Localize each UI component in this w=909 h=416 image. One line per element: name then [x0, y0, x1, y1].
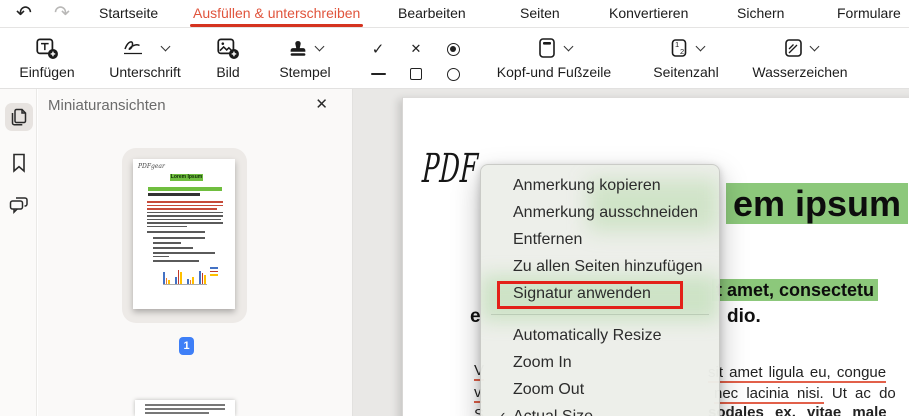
- tab-bar: ↶ ↷ Startseite Ausfüllen & unterschreibe…: [0, 0, 909, 28]
- tab-ausfuellen-unterschreiben[interactable]: Ausfüllen & unterschreiben: [189, 5, 364, 27]
- page-thumbnails-icon: [11, 108, 27, 126]
- doc-body-line-3: sodales ex, vitae male: [708, 404, 887, 416]
- checkmark-icon: ✓: [496, 403, 507, 416]
- chevron-down-icon: [809, 41, 820, 52]
- header-footer-label: Kopf-und Fußzeile: [496, 64, 612, 80]
- insert-button[interactable]: Einfügen: [12, 34, 82, 80]
- undo-icon[interactable]: ↶: [12, 2, 36, 26]
- tab-startseite[interactable]: Startseite: [99, 5, 158, 21]
- doc-body-line-1: sit amet ligula eu, congue: [708, 364, 887, 383]
- circle-tool-button[interactable]: [440, 62, 466, 86]
- cross-tool-button[interactable]: ✕: [403, 37, 429, 61]
- signature-button[interactable]: Unterschrift: [95, 34, 195, 80]
- menu-item-automatically-resize[interactable]: Automatically Resize: [481, 322, 719, 349]
- menu-item-copy-annotation[interactable]: Anmerkung kopieren: [481, 172, 719, 199]
- header-footer-icon: [536, 34, 574, 62]
- checkmark-tool-button[interactable]: ✓: [365, 37, 391, 61]
- annotation-toolbar: Einfügen Unterschrift Bild Stempel ✓ ✕ K…: [0, 28, 909, 89]
- chevron-down-icon: [314, 41, 325, 52]
- page-number-button[interactable]: 1 2 Seitenzahl: [630, 34, 742, 80]
- menu-item-apply-signature[interactable]: Signatur anwenden: [481, 280, 719, 307]
- thumbnails-panel-button[interactable]: [5, 103, 33, 131]
- doc-text-fragment-left: e: [470, 306, 481, 327]
- stamp-button[interactable]: Stempel: [265, 34, 345, 80]
- signature-icon: [121, 34, 171, 62]
- signature-label: Unterschrift: [109, 64, 181, 80]
- chevron-down-icon: [160, 41, 171, 52]
- page-thumbnail-2-partial[interactable]: [135, 400, 235, 416]
- chevron-down-icon: [563, 41, 574, 52]
- watermark-label: Wasserzeichen: [752, 64, 848, 80]
- redo-icon[interactable]: ↷: [50, 2, 74, 26]
- radio-dot-tool-button[interactable]: [440, 37, 466, 61]
- menu-item-zoom-out[interactable]: Zoom Out: [481, 376, 719, 403]
- image-button[interactable]: Bild: [195, 34, 261, 80]
- insert-label: Einfügen: [19, 64, 75, 80]
- svg-text:2: 2: [680, 47, 684, 56]
- thumb-subtitle-line: [148, 193, 200, 196]
- thumb-chart-legend: [210, 267, 218, 278]
- close-icon[interactable]: ✕: [315, 95, 328, 113]
- image-icon: [215, 34, 241, 62]
- header-footer-button[interactable]: Kopf-und Fußzeile: [488, 34, 620, 80]
- circle-icon: [446, 67, 460, 81]
- line-icon: [370, 73, 386, 75]
- context-menu: Anmerkung kopieren Anmerkung ausschneide…: [480, 164, 720, 416]
- doc-title-highlight: em ipsum: [726, 183, 909, 224]
- tab-sichern[interactable]: Sichern: [737, 5, 784, 21]
- chat-bubbles-icon: [9, 197, 28, 215]
- doc-body-line-2: nec lacinia nisi. Ut ac do: [714, 385, 896, 404]
- comments-panel-button[interactable]: [5, 191, 33, 219]
- thumb-logo: PDFgear: [138, 163, 165, 170]
- thumbnails-sidebar: Miniaturansichten ✕ PDFgear Lorem Ipsum: [38, 89, 353, 416]
- watermark-icon: [782, 34, 820, 62]
- tab-bearbeiten[interactable]: Bearbeiten: [398, 5, 466, 21]
- line-tool-button[interactable]: [365, 62, 391, 86]
- radio-dot-icon: [446, 42, 460, 56]
- page-thumbnail-preview: PDFgear Lorem Ipsum: [133, 159, 235, 309]
- image-label: Bild: [216, 64, 240, 80]
- tab-seiten[interactable]: Seiten: [520, 5, 560, 21]
- stamp-label: Stempel: [279, 64, 331, 80]
- menu-item-add-to-all-pages[interactable]: Zu allen Seiten hinzufügen: [481, 253, 719, 280]
- svg-text:1: 1: [675, 40, 679, 49]
- thumb-subtitle-highlight: [148, 187, 222, 191]
- tab-formulare[interactable]: Formulare: [837, 5, 901, 21]
- page-number-badge[interactable]: 1: [179, 337, 194, 355]
- menu-item-zoom-in[interactable]: Zoom In: [481, 349, 719, 376]
- chevron-down-icon: [695, 41, 706, 52]
- menu-item-cut-annotation[interactable]: Anmerkung ausschneiden: [481, 199, 719, 226]
- page-number-label: Seitenzahl: [653, 64, 719, 80]
- side-rail: [0, 89, 37, 416]
- page-number-icon: 1 2: [668, 34, 706, 62]
- thumb-title-highlight: Lorem Ipsum: [170, 174, 203, 181]
- tab-konvertieren[interactable]: Konvertieren: [609, 5, 688, 21]
- menu-separator: [491, 314, 709, 315]
- insert-text-icon: [34, 34, 60, 62]
- square-tool-button[interactable]: [403, 62, 429, 86]
- menu-item-actual-size[interactable]: ✓Actual Size: [481, 403, 719, 416]
- menu-item-remove[interactable]: Entfernen: [481, 226, 719, 253]
- pdf-editor-window: ↶ ↷ Startseite Ausfüllen & unterschreibe…: [0, 0, 909, 416]
- thumb-chart-bars: [163, 260, 207, 285]
- bookmark-icon: [13, 153, 25, 173]
- watermark-button[interactable]: Wasserzeichen: [742, 34, 858, 80]
- square-icon: [410, 68, 422, 80]
- bookmarks-panel-button[interactable]: [5, 149, 33, 177]
- doc-text-fragment-right: dio.: [727, 306, 761, 327]
- doc-highlight-line: t amet, consectetu: [712, 279, 879, 301]
- pdf-document-logo: PDF: [421, 146, 480, 192]
- sidebar-title: Miniaturansichten: [48, 97, 166, 114]
- stamp-icon: [287, 34, 325, 62]
- page-thumbnail-selected[interactable]: PDFgear Lorem Ipsum: [122, 148, 247, 323]
